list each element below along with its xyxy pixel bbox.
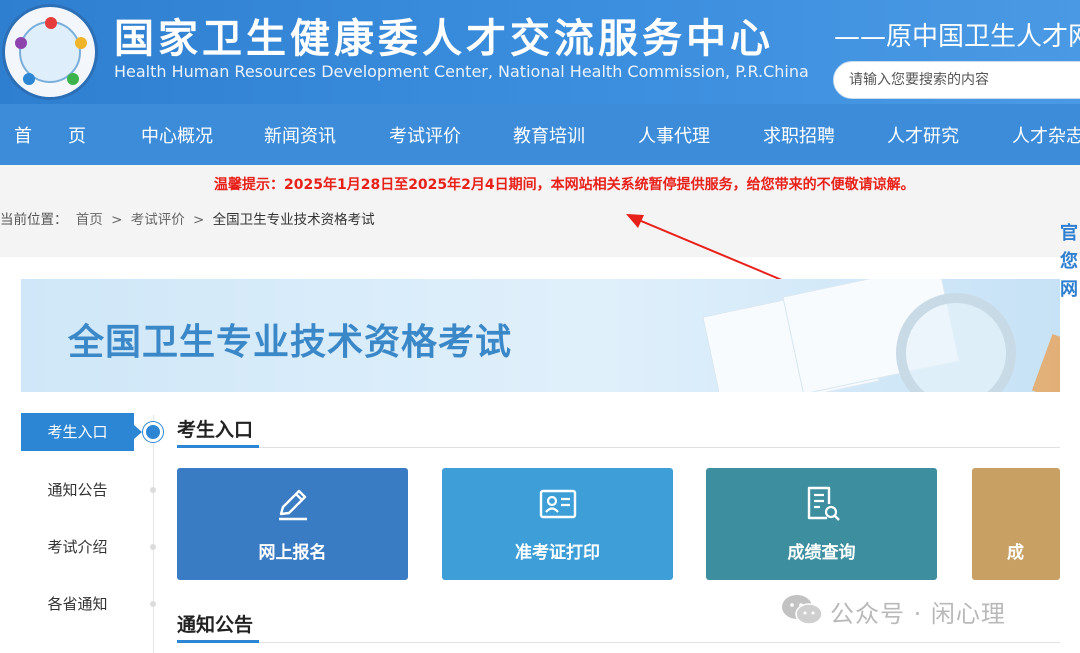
- banner-accent-graphic: [1031, 333, 1060, 392]
- side-tip-char: 您: [1060, 251, 1078, 272]
- side-floating-tips[interactable]: 官 您 网: [1060, 220, 1080, 304]
- nav-item-research[interactable]: 人才研究: [887, 122, 959, 148]
- nav-item-personnel-agency[interactable]: 人事代理: [638, 122, 710, 148]
- site-title: 国家卫生健康委人才交流服务中心: [114, 16, 774, 62]
- sidebar-item-notices[interactable]: 通知公告: [21, 471, 134, 509]
- sidebar-dot: [150, 601, 156, 607]
- site-header: 国家卫生健康委人才交流服务中心 Health Human Resources D…: [0, 0, 1080, 104]
- wechat-icon: [782, 595, 823, 625]
- watermark-text: 公众号 · 闲心理: [830, 600, 1006, 628]
- site-former-name: ——原中国卫生人才网: [834, 22, 1080, 52]
- document-search-icon: [807, 486, 840, 521]
- banner-title: 全国卫生专业技术资格考试: [68, 322, 513, 363]
- card-label: 准考证打印: [515, 543, 600, 563]
- sidebar-dot: [150, 544, 156, 550]
- nav-item-magazine[interactable]: 人才杂志: [1012, 122, 1080, 148]
- logo-figure: [67, 73, 79, 85]
- search-input[interactable]: [849, 62, 1080, 98]
- sidebar-item-exam-intro[interactable]: 考试介绍: [21, 528, 134, 566]
- partial-service-card[interactable]: 成: [972, 468, 1060, 580]
- sidebar-dot: [150, 487, 156, 493]
- nav-item-news[interactable]: 新闻资讯: [264, 122, 336, 148]
- breadcrumb: 当前位置： 首页 > 考试评价 > 全国卫生专业技术资格考试: [0, 208, 375, 228]
- nav-item-exams[interactable]: 考试评价: [389, 122, 461, 148]
- section-title: 通知公告: [177, 614, 254, 636]
- breadcrumb-separator: >: [193, 212, 205, 228]
- logo-figure: [45, 17, 57, 29]
- site-subtitle: Health Human Resources Development Cente…: [114, 62, 809, 81]
- logo-figure: [75, 37, 87, 49]
- sidebar: 考生入口 通知公告 考试介绍 各省通知: [0, 405, 170, 653]
- notice-area: 温馨提示：2025年1月28日至2025年2月4日期间，本网站相关系统暂停提供服…: [0, 165, 1080, 300]
- breadcrumb-exams[interactable]: 考试评价: [131, 212, 185, 228]
- site-logo[interactable]: [2, 4, 98, 100]
- breadcrumb-prefix: 当前位置：: [0, 212, 68, 228]
- section-underline: [177, 445, 259, 448]
- nav-item-training[interactable]: 教育培训: [513, 122, 585, 148]
- exam-banner: 全国卫生专业技术资格考试: [21, 279, 1060, 392]
- online-registration-button[interactable]: 网上报名: [177, 468, 408, 580]
- nav-item-home[interactable]: 首 页: [14, 122, 86, 148]
- admission-ticket-print-button[interactable]: 准考证打印: [442, 468, 673, 580]
- section-title: 考生入口: [177, 419, 254, 441]
- sidebar-timeline: [153, 415, 154, 653]
- warm-tip-notice: 温馨提示：2025年1月28日至2025年2月4日期间，本网站相关系统暂停提供服…: [214, 177, 915, 193]
- logo-figure: [23, 73, 35, 85]
- card-label: 成: [1007, 543, 1024, 563]
- search-box: [833, 61, 1080, 99]
- sidebar-item-provincial-notices[interactable]: 各省通知: [21, 585, 134, 623]
- id-card-icon: [539, 489, 576, 519]
- nav-item-about[interactable]: 中心概况: [141, 122, 213, 148]
- breadcrumb-home[interactable]: 首页: [76, 212, 103, 228]
- section-underline: [177, 640, 259, 643]
- card-label: 网上报名: [258, 543, 327, 563]
- section-candidate-entry-header: 考生入口: [177, 408, 1060, 448]
- logo-figure: [15, 37, 27, 49]
- main-nav: 首 页 中心概况 新闻资讯 考试评价 教育培训 人事代理 求职招聘 人才研究 人…: [0, 104, 1080, 165]
- breadcrumb-current: 全国卫生专业技术资格考试: [212, 212, 375, 228]
- side-tip-char: 网: [1060, 279, 1078, 300]
- pencil-icon: [278, 489, 307, 521]
- score-inquiry-button[interactable]: 成绩查询: [706, 468, 937, 580]
- card-label: 成绩查询: [787, 543, 856, 563]
- nav-item-jobs[interactable]: 求职招聘: [763, 122, 835, 148]
- breadcrumb-separator: >: [111, 212, 123, 228]
- side-tip-char: 官: [1060, 223, 1078, 244]
- sidebar-item-candidate-entry[interactable]: 考生入口: [21, 413, 142, 451]
- sidebar-active-marker: [143, 422, 163, 442]
